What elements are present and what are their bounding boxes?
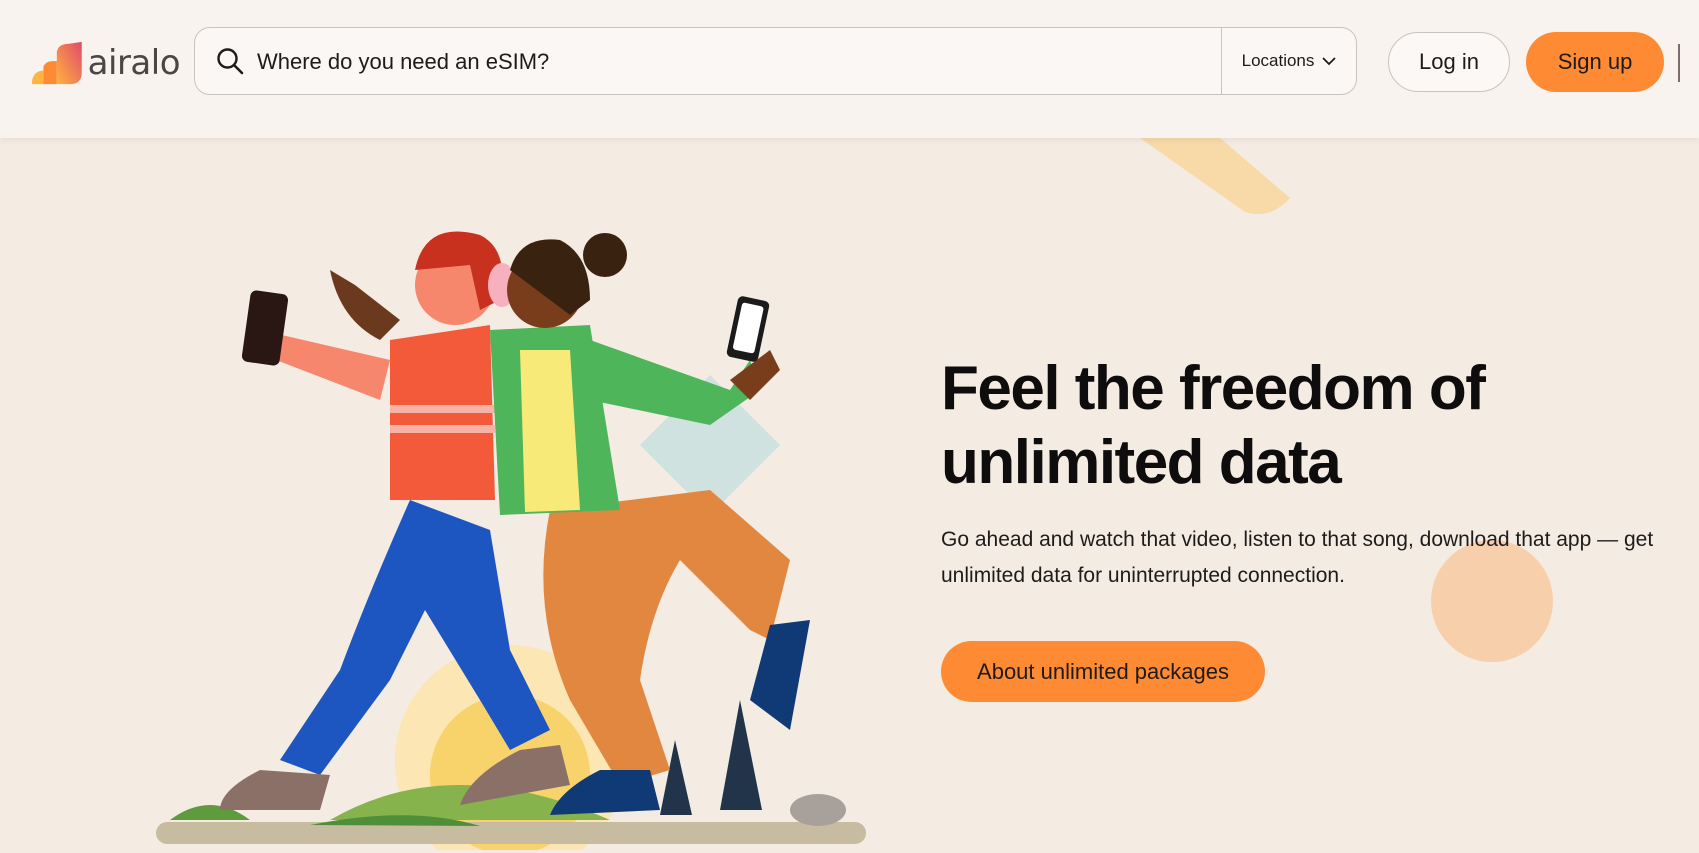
hero-description: Go ahead and watch that video, listen to… xyxy=(941,528,1654,587)
top-navigation: airalo Locations Log in Sign up xyxy=(0,0,1699,138)
search-bar: Locations xyxy=(194,27,1357,95)
airalo-logo-icon xyxy=(31,41,82,85)
airalo-logo[interactable]: airalo xyxy=(30,40,181,86)
login-button[interactable]: Log in xyxy=(1388,32,1510,92)
locations-label: Locations xyxy=(1241,51,1315,70)
header-edge-divider xyxy=(1678,44,1680,82)
locations-dropdown[interactable]: Locations xyxy=(1222,28,1356,94)
signup-button[interactable]: Sign up xyxy=(1526,32,1664,92)
hero-headline: Feel the freedom of unlimited data xyxy=(941,354,1486,497)
two-people-dancing-with-phones-illustration xyxy=(156,231,866,850)
decorative-stripe xyxy=(1140,138,1290,215)
search-icon xyxy=(217,48,244,75)
brand-name: airalo xyxy=(87,43,181,83)
about-unlimited-packages-button[interactable]: About unlimited packages xyxy=(941,641,1265,702)
search-input[interactable] xyxy=(255,40,1219,84)
chevron-down-icon xyxy=(1322,57,1337,66)
